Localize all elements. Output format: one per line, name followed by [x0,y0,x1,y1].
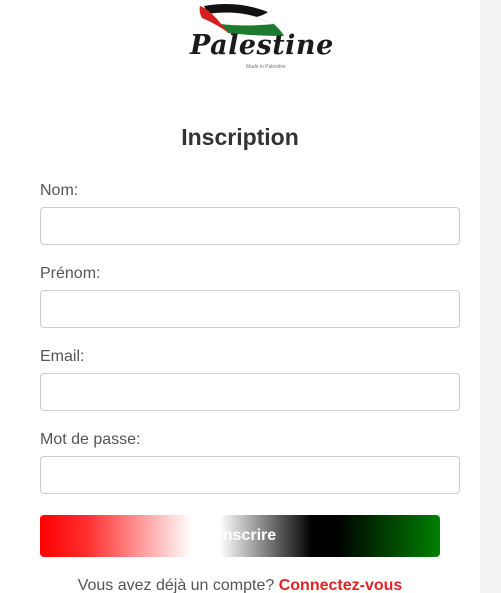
logo-tagline: Made in Palestine [246,64,286,70]
password-input[interactable] [40,456,460,494]
login-link[interactable]: Connectez-vous [279,577,403,593]
signup-button[interactable]: S'inscrire [40,515,440,557]
signup-page: Palestine Made in Palestine Inscription … [0,0,501,593]
login-prompt-text: Vous avez déjà un compte? [77,577,275,593]
login-prompt: Vous avez déjà un compte? Connectez-vous [0,577,480,593]
scrollbar-track[interactable] [480,0,501,593]
prenom-input[interactable] [40,290,460,328]
nom-input[interactable] [40,207,460,245]
prenom-label: Prénom: [40,265,101,282]
logo-wordmark: Palestine [190,30,334,61]
palestine-logo: Palestine Made in Palestine [186,0,333,76]
page-title: Inscription [181,124,299,150]
nom-label: Nom: [40,182,79,199]
password-label: Mot de passe: [40,431,141,448]
email-label: Email: [40,348,85,365]
email-input[interactable] [40,373,460,411]
